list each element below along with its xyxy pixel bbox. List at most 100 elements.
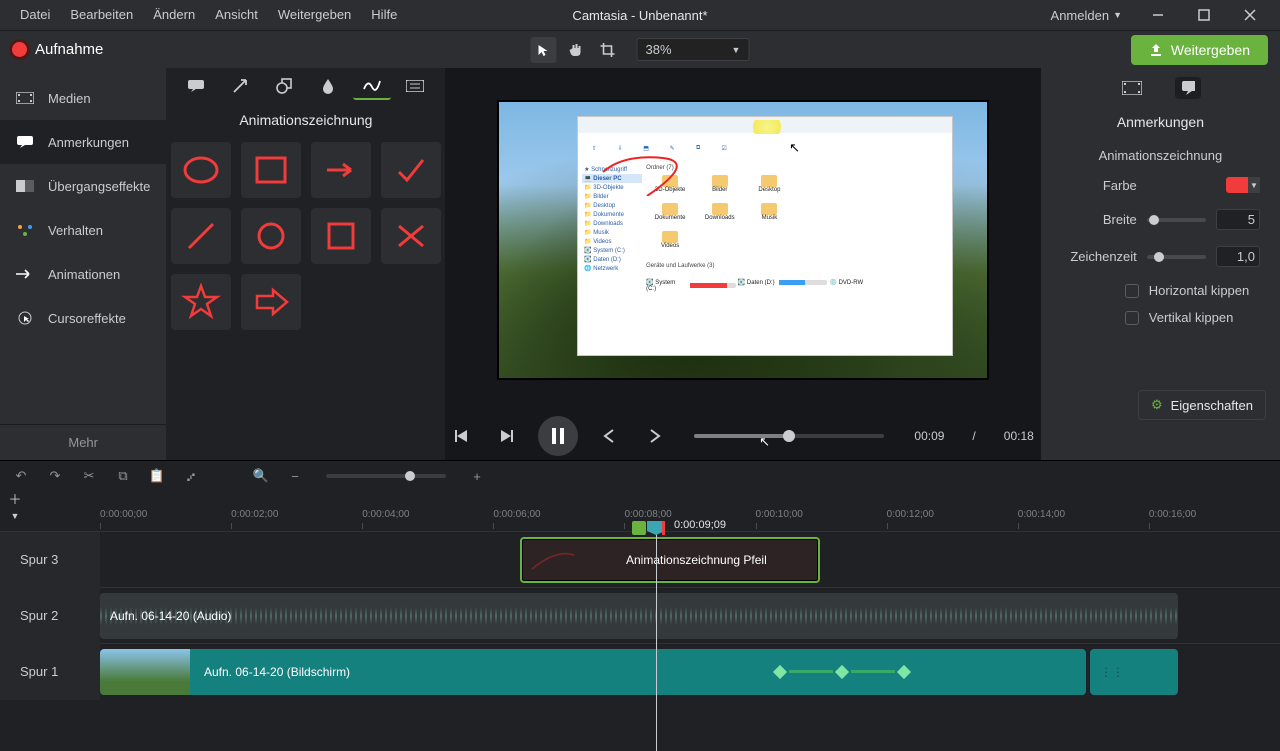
- tl-split[interactable]: ⑇: [182, 469, 200, 484]
- signin-link[interactable]: Anmelden ▼: [1051, 8, 1132, 23]
- bin-tab-shapes[interactable]: [265, 72, 303, 100]
- prop-color-swatch[interactable]: ▼: [1226, 177, 1260, 193]
- category-media[interactable]: Medien: [0, 76, 166, 120]
- menu-modify[interactable]: Ändern: [143, 0, 205, 30]
- behaviors-icon: [16, 223, 34, 237]
- category-more[interactable]: Mehr: [0, 424, 166, 460]
- tl-zoom-in[interactable]: +: [468, 469, 486, 484]
- tl-add-track[interactable]: ＋: [8, 491, 22, 505]
- minimize-button[interactable]: [1138, 0, 1178, 30]
- clip-annotation[interactable]: Animationszeichnung Pfeil: [520, 537, 820, 583]
- tl-zoom-icon: 🔍: [252, 468, 270, 484]
- bin-title: Animationszeichnung: [166, 104, 445, 142]
- tl-zoom-slider[interactable]: [326, 474, 446, 478]
- prop-flip-h[interactable]: Horizontal kippen: [1041, 283, 1280, 310]
- shape-block-arrow[interactable]: [241, 274, 301, 330]
- playback-total-time: 00:18: [1004, 429, 1034, 443]
- bin-tab-sketch[interactable]: [353, 72, 391, 100]
- clip-video-thumb: [100, 649, 190, 695]
- share-button[interactable]: Weitergeben: [1131, 35, 1268, 65]
- preview-cursor-icon: ↖: [789, 140, 800, 156]
- tl-redo[interactable]: ↷: [46, 468, 64, 484]
- menu-file[interactable]: Datei: [10, 0, 60, 30]
- preview-sketch-arrow: [599, 156, 699, 196]
- bin-tab-arrows[interactable]: [221, 72, 259, 100]
- tl-track-options[interactable]: ▼: [8, 509, 22, 523]
- bin-tab-blur[interactable]: [309, 72, 347, 100]
- menu-view[interactable]: Ansicht: [205, 0, 268, 30]
- step-forward-button[interactable]: [640, 421, 670, 451]
- category-animations[interactable]: Animationen: [0, 252, 166, 296]
- track-2-header[interactable]: Spur 2: [0, 588, 100, 644]
- tl-cut[interactable]: ✂: [80, 468, 98, 484]
- playback-seek[interactable]: [694, 434, 884, 438]
- play-pause-button[interactable]: [538, 416, 578, 456]
- animations-icon: [16, 267, 34, 281]
- timeline-ruler[interactable]: 0:00:00;000:00:02;000:00:04;000:00:06;00…: [100, 509, 1280, 531]
- shape-circle-open[interactable]: [241, 208, 301, 264]
- menu-help[interactable]: Hilfe: [361, 0, 407, 30]
- record-button[interactable]: Aufnahme: [12, 41, 103, 58]
- category-cursor-effects[interactable]: Cursoreffekte: [0, 296, 166, 340]
- shape-square-open[interactable]: [311, 208, 371, 264]
- props-subheading: Animationszeichnung: [1041, 140, 1280, 177]
- record-icon: [12, 42, 27, 57]
- preview-cursor-highlight: [749, 120, 785, 134]
- props-heading: Anmerkungen: [1041, 104, 1280, 140]
- annotations-icon: [16, 135, 34, 149]
- tl-copy[interactable]: ⧉: [114, 468, 132, 484]
- window-title: Camtasia - Unbenannt*: [572, 8, 707, 23]
- props-tab-media[interactable]: [1119, 77, 1145, 99]
- media-icon: [16, 91, 34, 105]
- category-transitions[interactable]: Übergangseffekte: [0, 164, 166, 208]
- clip-video-tail[interactable]: ⋮⋮: [1090, 649, 1178, 695]
- clip-video[interactable]: Aufn. 06-14-20 (Bildschirm): [100, 649, 1086, 695]
- preview-explorer-window: ⇧⇩⬒✎⧉☑ ★ Schnellzugriff💻 Dieser PC📁 3D-O…: [577, 116, 953, 356]
- track-1-header[interactable]: Spur 1: [0, 644, 100, 700]
- shape-ellipse-open[interactable]: [171, 142, 231, 198]
- menu-share[interactable]: Weitergeben: [268, 0, 361, 30]
- track-3-header[interactable]: Spur 3: [0, 532, 100, 588]
- category-annotations[interactable]: Anmerkungen: [0, 120, 166, 164]
- properties-panel-toggle[interactable]: ⚙ Eigenschaften: [1138, 390, 1266, 420]
- tl-undo[interactable]: ↶: [12, 468, 30, 484]
- maximize-button[interactable]: [1184, 0, 1224, 30]
- prop-drawtime-value[interactable]: 1,0: [1216, 246, 1260, 267]
- prop-flip-v[interactable]: Vertikal kippen: [1041, 310, 1280, 337]
- menu-edit[interactable]: Bearbeiten: [60, 0, 143, 30]
- share-icon: [1149, 43, 1163, 57]
- prop-width-label: Breite: [1061, 212, 1137, 227]
- tool-crop[interactable]: [595, 37, 621, 63]
- clip-audio[interactable]: Aufn. 06-14-20 (Audio): [100, 593, 1178, 639]
- prop-width-value[interactable]: 5: [1216, 209, 1260, 230]
- clip-video-keyframes[interactable]: [775, 667, 909, 677]
- shape-rect-open[interactable]: [241, 142, 301, 198]
- prop-width-slider[interactable]: [1147, 218, 1206, 222]
- bin-tab-keystroke[interactable]: [396, 72, 434, 100]
- shape-star[interactable]: [171, 274, 231, 330]
- next-frame-button[interactable]: [492, 421, 522, 451]
- bin-tab-callouts[interactable]: [177, 72, 215, 100]
- shape-line[interactable]: [171, 208, 231, 264]
- zoom-select[interactable]: 38%▼: [637, 38, 750, 61]
- transitions-icon: [16, 179, 34, 193]
- tl-paste[interactable]: 📋: [148, 468, 166, 484]
- shape-x[interactable]: [381, 208, 441, 264]
- close-button[interactable]: [1230, 0, 1270, 30]
- prop-color-label: Farbe: [1061, 178, 1137, 193]
- prop-drawtime-slider[interactable]: [1147, 255, 1206, 259]
- step-back-button[interactable]: [594, 421, 624, 451]
- tool-pan[interactable]: [563, 37, 589, 63]
- gear-icon: ⚙: [1151, 397, 1163, 413]
- category-behaviors[interactable]: Verhalten: [0, 208, 166, 252]
- prop-drawtime-label: Zeichenzeit: [1061, 249, 1137, 264]
- prev-frame-button[interactable]: [446, 421, 476, 451]
- tl-zoom-out[interactable]: −: [286, 469, 304, 484]
- preview-canvas[interactable]: ⇧⇩⬒✎⧉☑ ★ Schnellzugriff💻 Dieser PC📁 3D-O…: [499, 102, 987, 378]
- cursor-effects-icon: [16, 311, 34, 325]
- playback-current-time: 00:09: [914, 429, 944, 443]
- tool-select[interactable]: [531, 37, 557, 63]
- props-tab-annotation[interactable]: [1175, 77, 1201, 99]
- shape-arrow-right[interactable]: [311, 142, 371, 198]
- shape-check[interactable]: [381, 142, 441, 198]
